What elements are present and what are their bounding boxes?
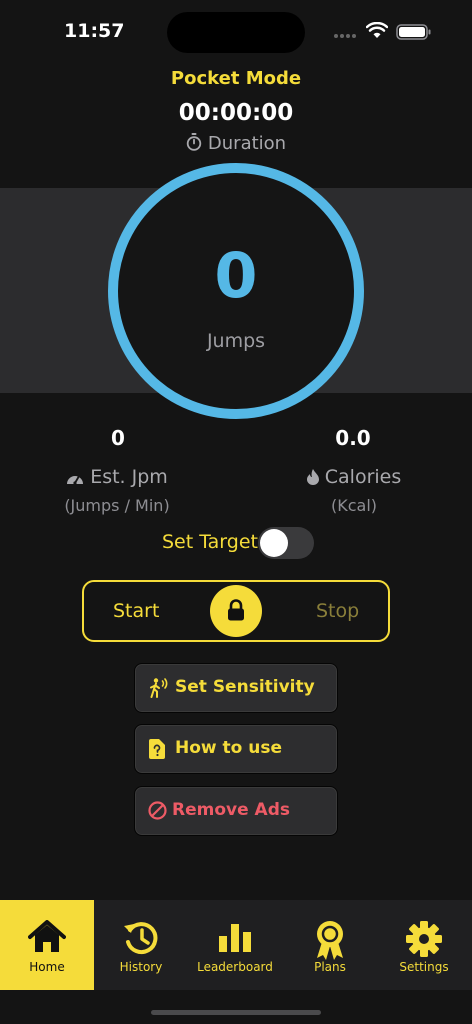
jpm-value: 0 [111,426,125,450]
cellular-signal-icon [334,34,360,40]
calories-unit: (Kcal) [330,496,378,515]
prohibited-icon [148,801,167,820]
status-bar: 11:57 [0,0,472,60]
wifi-icon [366,22,388,38]
tab-leaderboard-label: Leaderboard [197,960,273,974]
battery-icon [396,24,431,40]
set-sensitivity-button[interactable]: Set Sensitivity [134,663,338,713]
tab-history[interactable]: History [94,900,188,990]
start-button[interactable]: Start [113,600,159,622]
set-sensitivity-label: Set Sensitivity [175,677,315,697]
remove-ads-button[interactable]: Remove Ads [134,786,338,836]
lock-icon [228,599,244,621]
help-document-icon [149,739,165,759]
gear-icon [406,921,442,957]
remove-ads-label: Remove Ads [172,800,290,820]
jpm-label-row: Est. Jpm [17,466,217,488]
dynamic-island [167,12,305,53]
duration-label-row: Duration [0,133,472,154]
tab-plans[interactable]: Plans [283,900,377,990]
duration-label: Duration [207,133,287,154]
tab-plans-label: Plans [314,960,346,974]
how-to-use-button[interactable]: How to use [134,724,338,774]
tab-leaderboard[interactable]: Leaderboard [188,900,282,990]
jpm-unit: (Jumps / Min) [64,496,170,515]
history-icon [124,922,158,955]
walking-sensor-icon [150,678,168,698]
tab-settings-label: Settings [399,960,449,974]
speedometer-icon [67,476,84,485]
stop-button[interactable]: Stop [316,600,359,622]
set-target-toggle[interactable] [258,527,314,559]
lock-button[interactable] [210,585,262,637]
status-time: 11:57 [64,20,125,42]
flame-icon [306,469,319,485]
tab-history-label: History [119,960,163,974]
award-icon [317,921,343,960]
tab-home-label: Home [29,960,65,974]
home-indicator [151,1010,321,1015]
set-target-label: Set Target [161,531,258,553]
session-timer: 00:00:00 [178,100,294,126]
calories-label-row: Calories [254,466,454,488]
calories-label: Calories [324,466,402,488]
jump-count: 0 [214,239,258,312]
toggle-knob [260,529,288,557]
calories-value: 0.0 [335,426,371,450]
leaderboard-icon [219,924,251,952]
tab-settings[interactable]: Settings [377,900,471,990]
mode-title: Pocket Mode [170,68,302,89]
tab-home[interactable]: Home [0,900,94,990]
stopwatch-icon [186,133,202,151]
jump-count-label: Jumps [206,330,266,352]
how-to-use-label: How to use [175,738,283,758]
home-icon [28,920,66,952]
jpm-label: Est. Jpm [90,466,168,488]
